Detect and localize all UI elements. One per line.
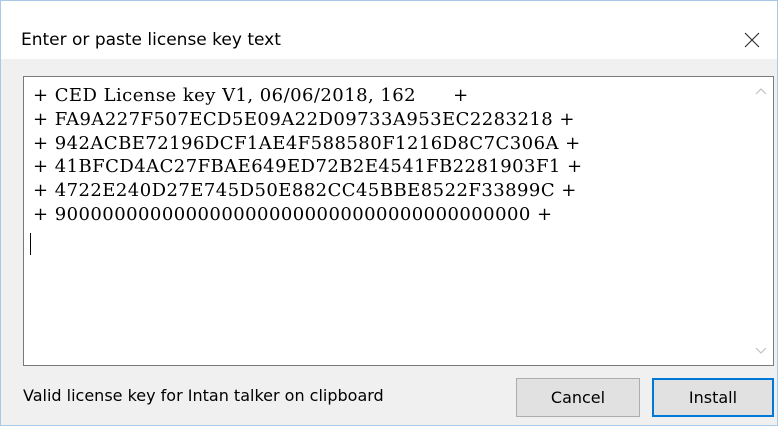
text-caret [30,233,31,255]
chevron-up-icon [755,88,767,95]
license-line: + FA9A227F507ECD5E09A22D09733A953EC22832… [33,108,575,130]
license-key-text: + CED License key V1, 06/06/2018, 162 + +… [33,84,583,227]
close-button[interactable] [727,17,777,63]
license-line: + 4722E240D27E745D50E882CC45BBE8522F3389… [33,180,577,202]
dialog-title: Enter or paste license key text [21,30,281,50]
install-button[interactable]: Install [652,378,774,417]
chevron-down-icon [755,347,767,354]
license-line: + 90000000000000000000000000000000000000… [33,203,553,225]
license-line: + 942ACBE72196DCF1AE4F588580F1216D8C7C30… [33,132,581,154]
title-bar: Enter or paste license key text [1,1,777,59]
license-line: + CED License key V1, 06/06/2018, 162 + [33,85,469,106]
scroll-down-button[interactable] [749,339,773,363]
cancel-button[interactable]: Cancel [516,378,640,417]
status-message: Valid license key for Intan talker on cl… [23,386,384,405]
license-line: + 41BFCD4AC27FBAE649ED72B2E4541FB2281903… [33,156,583,178]
scroll-up-button[interactable] [749,79,773,103]
license-key-dialog: Enter or paste license key text + CED Li… [0,0,778,426]
close-icon [744,32,760,48]
vertical-scrollbar[interactable] [749,77,773,365]
license-key-textarea[interactable]: + CED License key V1, 06/06/2018, 162 + +… [23,76,774,366]
